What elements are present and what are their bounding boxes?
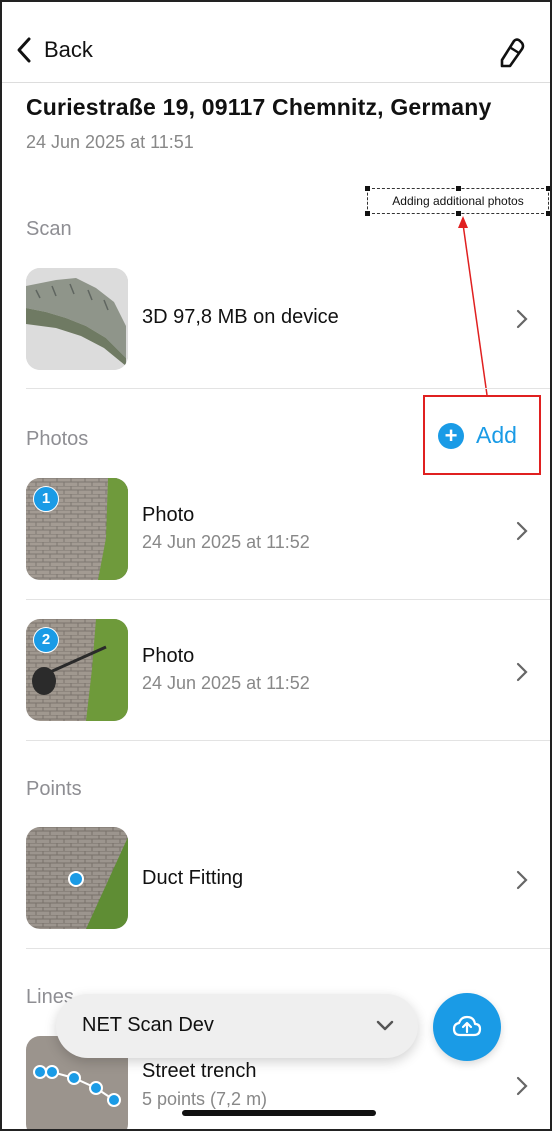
divider: [26, 388, 550, 389]
section-header-scan: Scan: [26, 218, 72, 240]
scan-item-label: 3D 97,8 MB on device: [142, 306, 339, 328]
point-title: Duct Fitting: [142, 867, 244, 889]
photo-number-badge: 1: [33, 486, 59, 512]
divider: [26, 948, 550, 949]
scan-row[interactable]: 3D 97,8 MB on device: [2, 264, 550, 376]
photo-title: Photo: [142, 645, 195, 667]
chevron-down-icon: [376, 1020, 394, 1031]
divider: [26, 599, 550, 600]
chevron-right-icon: [516, 662, 528, 682]
cloud-upload-icon: [452, 1015, 482, 1037]
divider: [26, 740, 550, 741]
point-thumbnail: [26, 827, 128, 929]
point-image: [26, 827, 128, 929]
section-header-points: Points: [26, 778, 82, 800]
chevron-right-icon: [516, 521, 528, 541]
photo-row[interactable]: 2 Photo 24 Jun 2025 at 11:52: [2, 615, 550, 727]
photo-timestamp: 24 Jun 2025 at 11:52: [142, 532, 310, 552]
chevron-right-icon: [516, 309, 528, 329]
chevron-right-icon: [516, 870, 528, 890]
chevron-right-icon: [516, 1076, 528, 1096]
home-indicator: [182, 1110, 376, 1116]
photo-row[interactable]: 1 Photo 24 Jun 2025 at 11:52: [2, 474, 550, 586]
photo-timestamp: 24 Jun 2025 at 11:52: [142, 673, 310, 693]
photo-thumbnail: 2: [26, 619, 128, 721]
project-selector-label: NET Scan Dev: [82, 1014, 214, 1036]
photo-number-badge: 2: [33, 627, 59, 653]
line-title: Street trench: [142, 1060, 257, 1082]
line-subtitle: 5 points (7,2 m): [142, 1089, 268, 1109]
photo-thumbnail: 1: [26, 478, 128, 580]
scan-thumbnail: [26, 268, 128, 370]
project-selector[interactable]: NET Scan Dev: [56, 994, 418, 1058]
scan-preview-image: [26, 268, 128, 370]
cloud-upload-button[interactable]: [433, 993, 501, 1061]
app-screen: Back Curiestraße 19, 09117 Chemnitz, Ger…: [0, 0, 552, 1131]
point-row[interactable]: Duct Fitting: [2, 823, 550, 935]
section-header-photos: Photos: [26, 428, 89, 450]
photo-title: Photo: [142, 504, 195, 526]
annotation-highlight-box: [423, 395, 541, 475]
